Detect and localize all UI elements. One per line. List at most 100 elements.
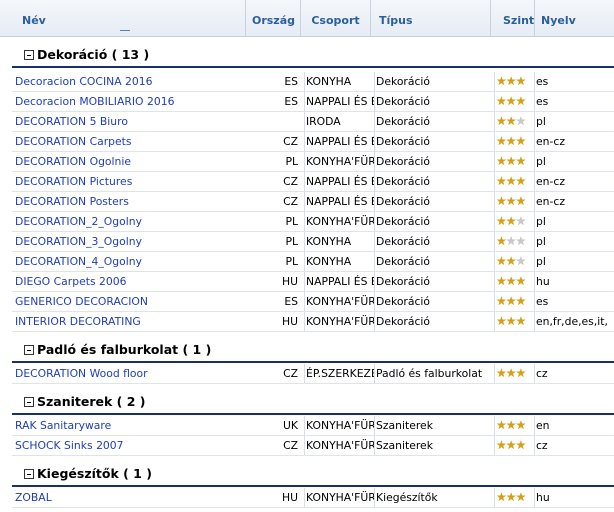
column-divider bbox=[494, 72, 495, 91]
item-name-link[interactable]: DECORATION Carpets bbox=[15, 132, 245, 151]
table-row[interactable]: RAK Sanitaryware UK KONYHA'FÜRI Szaniterek e… bbox=[12, 416, 614, 436]
country-cell: PL bbox=[285, 155, 298, 168]
item-name-link[interactable]: RAK Sanitaryware bbox=[15, 416, 245, 435]
collapse-toggle-icon[interactable] bbox=[24, 50, 34, 60]
group-divider bbox=[12, 361, 614, 363]
item-name-link[interactable]: ZOBAL bbox=[15, 488, 245, 507]
table-row[interactable]: GENERICO DECORACION ES KONYHA'FÜRI Dekoráci… bbox=[12, 292, 614, 312]
table-row[interactable]: DECORATION Wood floor CZ ÉP.SZERKEZE Padló … bbox=[12, 364, 614, 384]
column-divider bbox=[494, 192, 495, 211]
country-cell: HU bbox=[281, 491, 298, 504]
item-name-link[interactable]: DECORATION Pictures bbox=[15, 172, 245, 191]
star-icon: ★ bbox=[505, 274, 517, 288]
table-row[interactable]: DECORATION_4_Ogolny PL KONYHA Dekoráció pl ★★… bbox=[12, 252, 614, 272]
language-cell: pl bbox=[536, 235, 546, 248]
category-cell: ÉP.SZERKEZE bbox=[306, 367, 374, 380]
category-cell: NAPPALI ÉS É bbox=[306, 175, 374, 188]
table-row[interactable]: DECORATION Ogolnie PL KONYHA'FÜRI Dekoráció… bbox=[12, 152, 614, 172]
column-header-tipus[interactable]: Típus bbox=[371, 0, 491, 37]
table-row[interactable]: ZOBAL HU KONYHA'FÜRI Kiegészítők hu ★★★ bbox=[12, 488, 614, 508]
category-cell: KONYHA bbox=[306, 235, 352, 248]
column-divider bbox=[494, 272, 495, 291]
column-divider bbox=[494, 112, 495, 131]
item-name-link[interactable]: DECORATION 5 Biuro bbox=[15, 112, 245, 131]
table-row[interactable]: DECORATION Posters CZ NAPPALI ÉS É Dekoráci… bbox=[12, 192, 614, 212]
star-icon: ★ bbox=[505, 174, 517, 188]
item-name-link[interactable]: Decoracion MOBILIARIO 2016 bbox=[15, 92, 245, 111]
collapse-toggle-icon[interactable] bbox=[24, 345, 34, 355]
type-cell: Dekoráció bbox=[376, 115, 431, 128]
group-divider bbox=[12, 66, 614, 68]
star-icon: ★ bbox=[496, 154, 507, 168]
country-cell: ES bbox=[284, 75, 298, 88]
rating-stars: ★★★ bbox=[496, 436, 526, 455]
table-row[interactable]: SCHOCK Sinks 2007 CZ KONYHA'FÜRI Szaniterek… bbox=[12, 436, 614, 456]
star-icon: ★ bbox=[496, 418, 507, 432]
star-icon: ★ bbox=[515, 194, 527, 208]
item-name-link[interactable]: DECORATION Wood floor bbox=[15, 364, 245, 383]
item-name-link[interactable]: GENERICO DECORACION bbox=[15, 292, 245, 311]
column-divider bbox=[374, 292, 375, 311]
item-name-link[interactable]: DECORATION_3_Ogolny bbox=[15, 232, 245, 251]
item-name-link[interactable]: INTERIOR DECORATING bbox=[15, 312, 245, 331]
column-divider bbox=[304, 192, 305, 211]
star-icon: ★ bbox=[505, 134, 517, 148]
column-divider bbox=[304, 488, 305, 507]
column-divider bbox=[494, 172, 495, 191]
collapse-toggle-icon[interactable] bbox=[24, 397, 34, 407]
star-icon: ★ bbox=[505, 490, 517, 504]
item-name-link[interactable]: DIEGO Carpets 2006 bbox=[15, 272, 245, 291]
table-row[interactable]: DIEGO Carpets 2006 HU NAPPALI ÉS É Dekoráci… bbox=[12, 272, 614, 292]
star-icon: ★ bbox=[515, 94, 527, 108]
table-row[interactable]: Decoracion MOBILIARIO 2016 ES NAPPALI ÉS É… bbox=[12, 92, 614, 112]
item-name-link[interactable]: DECORATION_2_Ogolny bbox=[15, 212, 245, 231]
category-cell: NAPPALI ÉS É bbox=[306, 95, 374, 108]
column-divider bbox=[374, 312, 375, 331]
item-name-link[interactable]: Decoracion COCINA 2016 bbox=[15, 72, 245, 91]
category-cell: NAPPALI ÉS É bbox=[306, 135, 374, 148]
column-divider bbox=[304, 436, 305, 455]
column-header-orszag[interactable]: Ország bbox=[246, 0, 301, 37]
item-name-link[interactable]: DECORATION Posters bbox=[15, 192, 245, 211]
column-divider bbox=[304, 232, 305, 251]
table-row[interactable]: DECORATION Pictures CZ NAPPALI ÉS É Dekorác… bbox=[12, 172, 614, 192]
group-divider bbox=[12, 485, 614, 487]
star-icon: ★ bbox=[515, 418, 527, 432]
item-name-link[interactable]: SCHOCK Sinks 2007 bbox=[15, 436, 245, 455]
rating-stars: ★★★ bbox=[496, 272, 526, 291]
column-header-szint[interactable]: Szint bbox=[491, 0, 535, 37]
language-cell: en-cz bbox=[536, 175, 565, 188]
category-cell: KONYHA'FÜRI bbox=[306, 155, 374, 168]
column-divider bbox=[304, 152, 305, 171]
type-cell: Dekoráció bbox=[376, 275, 431, 288]
table-row[interactable]: INTERIOR DECORATING HU KONYHA'FÜRI Dekoráci… bbox=[12, 312, 614, 332]
star-icon: ★ bbox=[496, 254, 507, 268]
country-cell: PL bbox=[285, 235, 298, 248]
rating-stars: ★★★ bbox=[496, 172, 526, 191]
column-divider bbox=[534, 72, 535, 91]
table-row[interactable]: DECORATION_3_Ogolny PL KONYHA Dekoráció pl ★★… bbox=[12, 232, 614, 252]
table-row[interactable]: DECORATION_2_Ogolny PL KONYHA'FÜRI Dekoráci… bbox=[12, 212, 614, 232]
table-row[interactable]: DECORATION 5 Biuro IRODA Dekoráció pl ★★★ bbox=[12, 112, 614, 132]
language-cell: es bbox=[536, 295, 549, 308]
rating-cell: ★★★ bbox=[496, 364, 536, 383]
item-name-link[interactable]: DECORATION_4_Ogolny bbox=[15, 252, 245, 271]
item-name-link[interactable]: DECORATION Ogolnie bbox=[15, 152, 245, 171]
column-header-csoport[interactable]: Csoport bbox=[301, 0, 371, 37]
column-divider bbox=[534, 292, 535, 311]
group-header: Padló és falburkolat ( 1 ) bbox=[0, 333, 614, 363]
table-row[interactable]: Decoracion COCINA 2016 ES KONYHA Dekoráció e… bbox=[12, 72, 614, 92]
column-divider bbox=[304, 132, 305, 151]
column-header-nyelv[interactable]: Nyelv bbox=[535, 0, 614, 37]
star-icon: ★ bbox=[496, 114, 507, 128]
table-row[interactable]: DECORATION Carpets CZ NAPPALI ÉS É Dekoráci… bbox=[12, 132, 614, 152]
rating-cell: ★★★ bbox=[496, 292, 536, 311]
column-divider bbox=[494, 312, 495, 331]
star-icon: ★ bbox=[496, 234, 507, 248]
language-cell: en-cz bbox=[536, 195, 565, 208]
rating-cell: ★★★ bbox=[496, 112, 536, 131]
column-divider bbox=[534, 112, 535, 131]
collapse-toggle-icon[interactable] bbox=[24, 469, 34, 479]
column-divider bbox=[494, 92, 495, 111]
star-icon: ★ bbox=[515, 234, 527, 248]
